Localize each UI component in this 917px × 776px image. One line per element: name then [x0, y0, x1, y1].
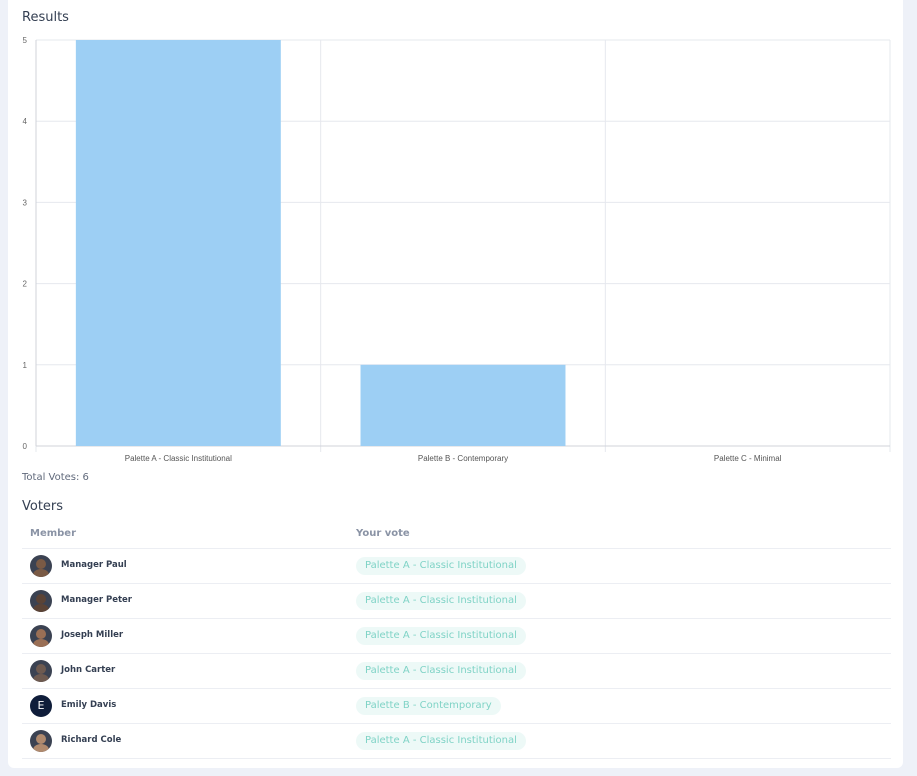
y-tick-label: 5	[23, 36, 28, 45]
voter-row: E Emily Davis Palette B - Contemporary	[22, 689, 891, 724]
vote-column-header: Your vote	[356, 528, 410, 539]
avatar: E	[30, 695, 52, 717]
vote-badge: Palette A - Classic Institutional	[356, 732, 526, 750]
x-tick-label: Palette C - Minimal	[714, 454, 782, 463]
avatar	[30, 730, 52, 752]
member-name: Manager Paul	[61, 560, 127, 570]
voters-table-header: Member Your vote	[22, 520, 891, 549]
voter-row: Richard Cole Palette A - Classic Institut…	[22, 724, 891, 759]
bar-2	[360, 364, 566, 446]
member-name: Manager Peter	[61, 595, 132, 605]
voters-table: Member Your vote Manager Paul Palette A -…	[22, 520, 891, 759]
results-card: Results 0 1 2 3 4 5 Palette A - Classic Instit…	[8, 0, 903, 768]
avatar	[30, 590, 52, 612]
member-name: Richard Cole	[61, 735, 122, 745]
x-tick-label: Palette B - Contemporary	[418, 454, 508, 463]
y-tick-label: 2	[23, 280, 28, 289]
y-tick-label: 4	[23, 117, 28, 126]
vote-badge: Palette A - Classic Institutional	[356, 627, 526, 645]
results-title: Results	[22, 10, 69, 25]
bar-1	[75, 40, 281, 446]
y-tick-label: 3	[23, 198, 28, 207]
total-votes: Total Votes: 6	[22, 472, 89, 483]
voter-row: Manager Peter Palette A - Classic Institu…	[22, 584, 891, 619]
vote-badge: Palette B - Contemporary	[356, 697, 501, 715]
vote-badge: Palette A - Classic Institutional	[356, 662, 526, 680]
voter-row: John Carter Palette A - Classic Instituti…	[22, 654, 891, 689]
voter-row: Manager Paul Palette A - Classic Institut…	[22, 549, 891, 584]
voter-row: Joseph Miller Palette A - Classic Institu…	[22, 619, 891, 654]
results-bar-chart: 0 1 2 3 4 5 Palette A - Classic Institutional P…	[23, 36, 891, 463]
vote-badge: Palette A - Classic Institutional	[356, 557, 526, 575]
avatar	[30, 625, 52, 647]
member-name: John Carter	[61, 665, 116, 675]
voters-title: Voters	[22, 499, 64, 514]
avatar	[30, 660, 52, 682]
member-column-header: Member	[30, 528, 77, 539]
avatar	[30, 555, 52, 577]
y-tick-label: 0	[23, 442, 28, 451]
x-tick-label: Palette A - Classic Institutional	[125, 454, 232, 463]
vote-badge: Palette A - Classic Institutional	[356, 592, 526, 610]
member-name: Emily Davis	[61, 700, 117, 710]
y-tick-label: 1	[23, 361, 28, 370]
member-name: Joseph Miller	[61, 630, 124, 640]
